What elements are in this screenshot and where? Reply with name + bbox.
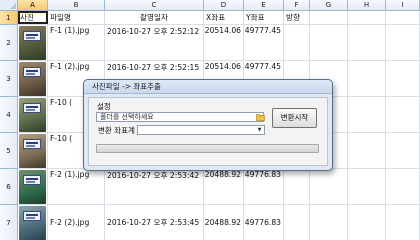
cell-h1[interactable]	[348, 11, 386, 24]
y-coordinate-cell[interactable]: 249777.45	[244, 25, 284, 60]
direction-cell[interactable]	[284, 169, 310, 204]
direction-cell[interactable]	[284, 25, 310, 60]
photo-cell[interactable]	[18, 133, 48, 168]
coordinate-system-label: 변환 좌표계	[98, 126, 135, 135]
column-header-a[interactable]: A	[18, 0, 48, 11]
sign-image	[23, 138, 41, 149]
cell-f1[interactable]: 방향	[284, 11, 310, 24]
empty-cell[interactable]	[348, 169, 386, 204]
cell-b1[interactable]: 파일명	[48, 11, 105, 24]
empty-cell[interactable]	[310, 169, 348, 204]
row-header-4[interactable]: 4	[0, 97, 18, 133]
file-name-cell[interactable]: F-1 (1).jpg	[48, 25, 105, 60]
empty-cell[interactable]	[386, 133, 420, 168]
file-name-cell[interactable]: F-2 (1).jpg	[48, 169, 105, 204]
date-cell[interactable]: 2016-10-27 오후 2:53:45	[105, 205, 204, 240]
empty-cell[interactable]	[386, 169, 420, 204]
photo-thumbnail	[19, 25, 46, 60]
y-coordinate-cell[interactable]: 249776.83	[244, 205, 284, 240]
empty-cell[interactable]	[348, 133, 386, 168]
folder-path-input[interactable]: 폴더를 선택하세요	[96, 112, 264, 122]
x-coordinate-cell[interactable]: 420514.06	[204, 25, 244, 60]
photo-thumbnail	[19, 169, 46, 204]
empty-cell[interactable]	[348, 205, 386, 240]
file-name-cell[interactable]: F-2 (2).jpg	[48, 205, 105, 240]
empty-cell[interactable]	[348, 61, 386, 96]
row-header-7[interactable]: 7	[0, 205, 18, 240]
date-cell[interactable]: 2016-10-27 오후 2:53:42	[105, 169, 204, 204]
sign-image	[23, 102, 41, 113]
column-header-d[interactable]: D	[204, 0, 244, 11]
empty-cell[interactable]	[386, 61, 420, 96]
row-header-3[interactable]: 3	[0, 61, 18, 97]
progress-bar	[96, 144, 319, 153]
photo-thumbnail	[19, 97, 46, 132]
photo-cell[interactable]	[18, 169, 48, 204]
row-header-5[interactable]: 5	[0, 133, 18, 169]
cell-d1[interactable]: X좌표	[204, 11, 244, 24]
cell-e1[interactable]: Y좌표	[244, 11, 284, 24]
table-row: F-2 (2).jpg 2016-10-27 오후 2:53:45 420488…	[18, 205, 420, 240]
empty-cell[interactable]	[386, 97, 420, 132]
sign-image	[23, 174, 41, 185]
row-header-6[interactable]: 6	[0, 169, 18, 205]
folder-icon[interactable]	[255, 112, 265, 122]
photo-cell[interactable]	[18, 61, 48, 96]
header-row: 사진 파일명 촬영일자 X좌표 Y좌표 방향	[18, 11, 420, 25]
photo-cell[interactable]	[18, 25, 48, 60]
empty-cell[interactable]	[310, 25, 348, 60]
column-header-e[interactable]: E	[244, 0, 284, 11]
y-coordinate-cell[interactable]: 249776.83	[244, 169, 284, 204]
date-cell[interactable]: 2016-10-27 오후 2:52:12	[105, 25, 204, 60]
dialog-title[interactable]: 사진파일 -> 좌표추출	[84, 80, 332, 94]
sign-image	[23, 66, 41, 77]
sign-image	[23, 30, 41, 41]
photo-thumbnail	[19, 61, 46, 96]
photo-thumbnail	[19, 133, 46, 168]
x-coordinate-cell[interactable]: 420488.92	[204, 169, 244, 204]
row-headers: 1 2 3 4 5 6 7	[0, 11, 18, 240]
cell-c1[interactable]: 촬영일자	[105, 11, 204, 24]
empty-cell[interactable]	[348, 25, 386, 60]
empty-cell[interactable]	[386, 25, 420, 60]
column-header-h[interactable]: H	[348, 0, 386, 11]
table-row: F-2 (1).jpg 2016-10-27 오후 2:53:42 420488…	[18, 169, 420, 205]
column-header-b[interactable]: B	[48, 0, 105, 11]
photo-cell[interactable]	[18, 205, 48, 240]
coordinate-system-select[interactable]: ▼	[137, 125, 265, 135]
dialog-body: 설정 폴더를 선택하세요 변환 좌표계 ▼ 변환시작	[88, 97, 328, 166]
x-coordinate-cell[interactable]: 420488.92	[204, 205, 244, 240]
start-conversion-button[interactable]: 변환시작	[272, 108, 317, 128]
cell-g1[interactable]	[310, 11, 348, 24]
column-header-i[interactable]: I	[386, 0, 420, 11]
column-header-g[interactable]: G	[310, 0, 348, 11]
column-headers: A B C D E F G H I	[18, 0, 420, 11]
empty-cell[interactable]	[348, 97, 386, 132]
photo-thumbnail	[19, 205, 46, 240]
cell-a1[interactable]: 사진	[18, 11, 48, 24]
table-row: F-1 (1).jpg 2016-10-27 오후 2:52:12 420514…	[18, 25, 420, 61]
coordinate-extract-dialog: 사진파일 -> 좌표추출 설정 폴더를 선택하세요 변환 좌표계 ▼ 변환시작	[83, 79, 333, 171]
column-header-c[interactable]: C	[105, 0, 204, 11]
empty-cell[interactable]	[386, 205, 420, 240]
sign-image	[23, 210, 41, 221]
cell-i1[interactable]	[386, 11, 420, 24]
direction-cell[interactable]	[284, 205, 310, 240]
row-header-1[interactable]: 1	[0, 11, 18, 25]
photo-cell[interactable]	[18, 97, 48, 132]
chevron-down-icon[interactable]: ▼	[255, 126, 264, 134]
row-header-2[interactable]: 2	[0, 25, 18, 61]
empty-cell[interactable]	[310, 205, 348, 240]
select-all-corner[interactable]	[0, 0, 18, 11]
column-header-f[interactable]: F	[284, 0, 310, 11]
settings-group-label: 설정	[97, 102, 111, 111]
